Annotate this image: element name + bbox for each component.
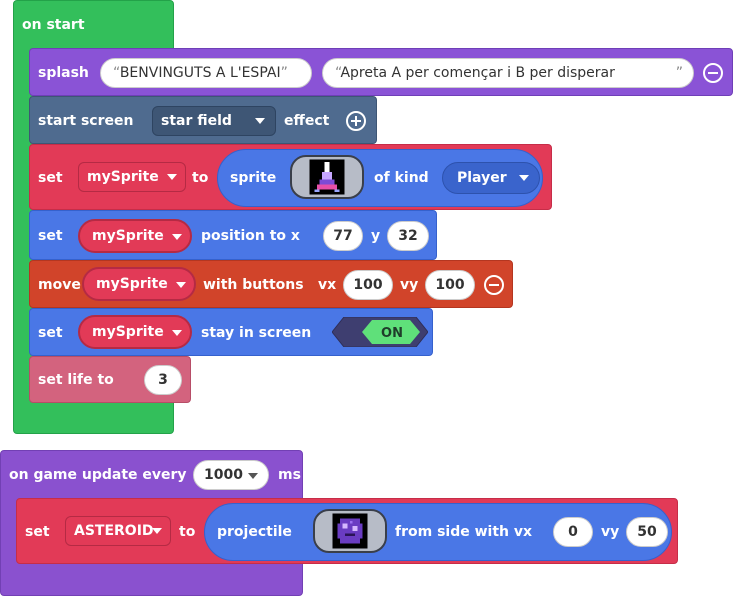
on-start-label: on start [22, 17, 85, 33]
stay-in-screen-block[interactable]: set mySprite stay in screen ON [29, 308, 433, 356]
open-quote: “ [113, 65, 120, 81]
interval-dropdown[interactable]: 1000 [193, 460, 269, 490]
move-label: move [38, 277, 81, 293]
chevron-down-icon [176, 282, 186, 288]
effect-dropdown[interactable]: star field [152, 106, 276, 136]
variable-dropdown[interactable]: mySprite [78, 219, 192, 253]
ms-label: ms [278, 467, 301, 483]
position-label: position to x [201, 228, 300, 244]
on-game-update-label: on game update every [9, 467, 187, 483]
variable-dropdown[interactable]: mySprite [78, 315, 192, 349]
chevron-down-icon [519, 175, 529, 181]
vy-input[interactable]: 100 [425, 270, 475, 300]
effect-label: effect [284, 113, 330, 129]
vy-label: vy [400, 277, 419, 293]
life-input[interactable]: 3 [144, 365, 182, 395]
splash-label: splash [38, 65, 89, 81]
chevron-down-icon [255, 118, 265, 124]
remove-arg-icon[interactable] [484, 275, 504, 295]
projectile-image-picker[interactable] [313, 509, 387, 553]
remove-arg-icon[interactable] [703, 63, 723, 83]
to-label: to [179, 524, 196, 540]
vx-label: vx [318, 277, 337, 293]
close-quote: ” [280, 65, 288, 81]
start-screen-effect-block[interactable]: start screen star field effect [29, 96, 377, 144]
set-label: set [38, 170, 63, 186]
set-label: set [25, 524, 50, 540]
y-input[interactable]: 32 [387, 221, 429, 251]
toggle-on-label: ON [381, 326, 403, 341]
sprite-label: sprite [230, 170, 277, 186]
add-arg-icon[interactable] [346, 111, 366, 131]
splash-subtitle-input[interactable]: “Apreta A per començar i B per disperar” [322, 58, 694, 88]
set-position-block[interactable]: set mySprite position to x 77 y 32 [29, 210, 437, 260]
from-side-label: from side with vx [395, 524, 533, 540]
chevron-down-icon [172, 234, 182, 240]
splash-title-input[interactable]: “BENVINGUTS A L'ESPAI” [100, 58, 312, 88]
set-sprite-block[interactable]: set mySprite to sprite of kind Player [29, 144, 552, 210]
set-life-label: set life to [38, 372, 114, 388]
asteroid-sprite-icon [332, 513, 368, 549]
chevron-down-icon [152, 528, 162, 534]
stay-label: stay in screen [201, 325, 312, 341]
chevron-down-icon [172, 330, 182, 336]
sprite-of-kind-block[interactable]: sprite of kind Player [217, 149, 543, 207]
x-input[interactable]: 77 [323, 221, 363, 251]
vy-input[interactable]: 50 [626, 517, 668, 547]
sprite-image-picker[interactable] [290, 155, 364, 199]
with-buttons-label: with buttons [203, 277, 304, 293]
close-quote: ” [675, 65, 683, 81]
set-projectile-block[interactable]: set ASTEROID to projectile from side wit… [16, 498, 678, 564]
vx-input[interactable]: 0 [553, 517, 593, 547]
kind-dropdown[interactable]: Player [442, 162, 540, 194]
start-screen-label: start screen [38, 113, 134, 129]
to-label: to [192, 170, 209, 186]
move-with-buttons-block[interactable]: move mySprite with buttons vx 100 vy 100 [29, 260, 513, 308]
chevron-down-icon [167, 174, 177, 180]
chevron-down-icon [248, 473, 258, 479]
variable-dropdown[interactable]: ASTEROID [65, 516, 171, 546]
set-label: set [38, 325, 63, 341]
of-kind-label: of kind [374, 170, 429, 186]
set-life-block[interactable]: set life to 3 [29, 356, 191, 403]
variable-dropdown[interactable]: mySprite [82, 267, 196, 301]
toggle-switch[interactable]: ON [332, 317, 428, 347]
set-label: set [38, 228, 63, 244]
rocket-sprite-icon [309, 159, 345, 195]
vx-input[interactable]: 100 [343, 270, 393, 300]
projectile-label: projectile [217, 524, 292, 540]
projectile-from-side-block[interactable]: projectile from side with vx 0 vy 50 [204, 503, 672, 561]
vy-label: vy [601, 524, 620, 540]
splash-block[interactable]: splash “BENVINGUTS A L'ESPAI” “Apreta A … [29, 48, 733, 96]
y-label: y [371, 228, 381, 244]
variable-dropdown[interactable]: mySprite [78, 162, 186, 192]
